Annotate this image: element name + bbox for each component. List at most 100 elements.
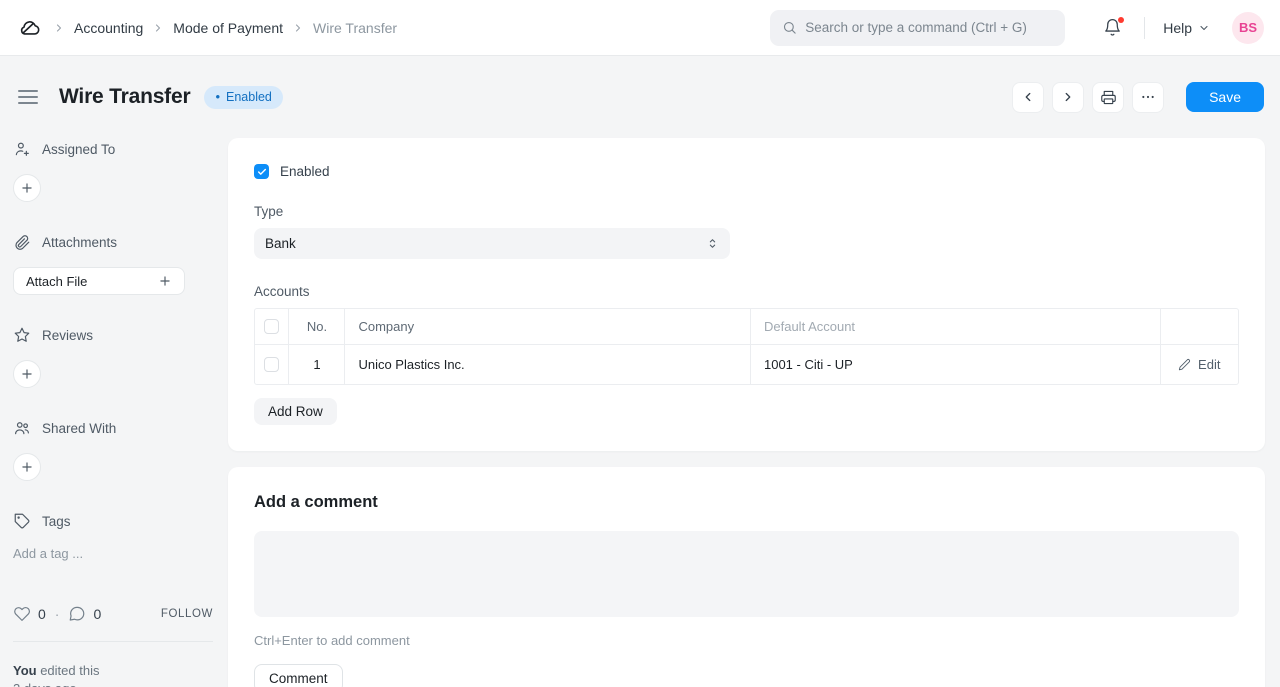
chevron-right-icon xyxy=(292,22,304,34)
enabled-checkbox[interactable] xyxy=(254,164,269,179)
comments-button[interactable] xyxy=(68,605,86,623)
enabled-checkbox-row[interactable]: Enabled xyxy=(254,164,1239,179)
accounts-field-label: Accounts xyxy=(254,284,310,299)
document-sidebar: Assigned To Attachments Attach File Revi… xyxy=(13,138,228,687)
add-share-button[interactable] xyxy=(13,453,41,481)
printer-icon xyxy=(1100,90,1116,104)
status-badge-label: Enabled xyxy=(226,89,272,104)
row-number-cell: 1 xyxy=(288,344,346,384)
attach-file-button[interactable]: Attach File xyxy=(13,267,185,295)
top-nav: Accounting Mode of Payment Wire Transfer… xyxy=(0,0,1280,56)
breadcrumb-accounting[interactable]: Accounting xyxy=(74,20,143,36)
comment-card: Add a comment Ctrl+Enter to add comment … xyxy=(228,467,1265,687)
column-header-default-account: Default Account xyxy=(750,309,1161,345)
add-row-button[interactable]: Add Row xyxy=(254,398,337,425)
enabled-label: Enabled xyxy=(280,164,330,179)
sidebar-toggle-button[interactable] xyxy=(18,90,38,104)
activity-edited: You edited this 2 days ago xyxy=(13,662,213,687)
row-checkbox[interactable] xyxy=(264,356,280,372)
next-document-button[interactable] xyxy=(1052,81,1085,113)
breadcrumb-current: Wire Transfer xyxy=(313,19,398,36)
plus-icon xyxy=(22,369,32,379)
page-header: Wire Transfer • Enabled Save xyxy=(16,76,1264,118)
search-placeholder: Search or type a command (Ctrl + G) xyxy=(805,20,1027,35)
print-button[interactable] xyxy=(1092,81,1125,113)
page-title: Wire Transfer xyxy=(59,85,191,108)
shared-with-heading: Shared With xyxy=(13,419,213,437)
comment-hint: Ctrl+Enter to add comment xyxy=(254,633,410,648)
likes-row: 0 · 0 FOLLOW xyxy=(13,605,213,623)
column-header-company: Company xyxy=(344,309,751,345)
assigned-to-heading: Assigned To xyxy=(13,140,213,158)
accounts-grid: No. Company Default Account 1 Unico Plas… xyxy=(254,308,1239,385)
edit-row-button[interactable]: Edit xyxy=(1174,357,1226,372)
notifications-button[interactable] xyxy=(1099,14,1126,41)
shared-with-label: Shared With xyxy=(42,420,117,436)
avatar[interactable]: BS xyxy=(1232,11,1264,44)
pencil-icon xyxy=(1178,358,1191,371)
menu-button[interactable] xyxy=(1132,81,1165,113)
save-button[interactable]: Save xyxy=(1186,82,1264,112)
tag-icon xyxy=(14,513,30,529)
notification-dot xyxy=(1118,17,1125,23)
ellipsis-icon xyxy=(1142,95,1154,99)
paperclip-icon xyxy=(15,235,30,250)
add-comment-heading: Add a comment xyxy=(254,493,378,511)
help-menu[interactable]: Help xyxy=(1163,20,1210,36)
comment-count: 0 xyxy=(93,606,102,622)
attachments-heading: Attachments xyxy=(13,233,213,251)
default-account-cell[interactable]: 1001 - Citi - UP xyxy=(750,344,1161,384)
breadcrumb-mode-of-payment[interactable]: Mode of Payment xyxy=(173,20,283,36)
select-all-checkbox[interactable] xyxy=(264,318,280,334)
heart-icon xyxy=(14,606,31,621)
divider xyxy=(13,641,213,642)
form-card: Enabled Type Bank Accounts No. Company D… xyxy=(228,138,1265,451)
column-header-no: No. xyxy=(288,309,346,345)
comment-submit-button[interactable]: Comment xyxy=(254,664,343,687)
search-input[interactable]: Search or type a command (Ctrl + G) xyxy=(770,9,1066,46)
star-icon xyxy=(14,327,30,342)
search-icon xyxy=(784,21,796,34)
activity-actor: You xyxy=(13,663,37,678)
users-icon xyxy=(15,422,29,435)
help-label: Help xyxy=(1163,19,1192,36)
type-select[interactable]: Bank xyxy=(254,228,730,259)
chevron-right-icon xyxy=(53,22,65,34)
check-icon xyxy=(257,168,266,175)
status-dot: • xyxy=(215,89,220,104)
like-count: 0 xyxy=(38,606,46,622)
add-review-button[interactable] xyxy=(13,360,41,388)
tags-heading: Tags xyxy=(13,512,213,530)
activity-time: 2 days ago xyxy=(13,680,213,687)
attach-file-label: Attach File xyxy=(26,273,88,289)
add-tag-input[interactable]: Add a tag ... xyxy=(13,546,213,561)
type-field-label: Type xyxy=(254,204,284,219)
grid-row: 1 Unico Plastics Inc. 1001 - Citi - UP E… xyxy=(255,344,1238,384)
plus-icon xyxy=(22,462,32,472)
plus-icon xyxy=(160,276,170,286)
comment-bubble-icon xyxy=(70,606,85,621)
reviews-label: Reviews xyxy=(42,327,94,343)
grid-header-row: No. Company Default Account xyxy=(255,309,1238,345)
activity-action: edited this xyxy=(36,663,100,678)
edit-label: Edit xyxy=(1198,356,1221,372)
divider xyxy=(1144,16,1146,39)
app-logo[interactable] xyxy=(16,14,44,42)
assigned-to-label: Assigned To xyxy=(42,141,116,157)
reviews-heading: Reviews xyxy=(13,326,213,344)
follow-button[interactable]: FOLLOW xyxy=(161,608,213,620)
comment-input[interactable] xyxy=(254,531,1239,617)
status-badge: • Enabled xyxy=(204,85,283,109)
like-button[interactable] xyxy=(13,605,31,623)
chevron-right-icon xyxy=(152,22,164,34)
add-assignment-button[interactable] xyxy=(13,174,41,202)
user-plus-icon xyxy=(15,142,29,156)
company-cell[interactable]: Unico Plastics Inc. xyxy=(344,344,751,384)
attachments-label: Attachments xyxy=(42,234,118,250)
cloud-logo-icon xyxy=(20,20,40,35)
chevron-left-icon xyxy=(1025,92,1031,102)
previous-document-button[interactable] xyxy=(1012,81,1045,113)
chevron-up-down-icon xyxy=(709,239,716,248)
plus-icon xyxy=(22,183,32,193)
chevron-down-icon xyxy=(1200,25,1208,30)
